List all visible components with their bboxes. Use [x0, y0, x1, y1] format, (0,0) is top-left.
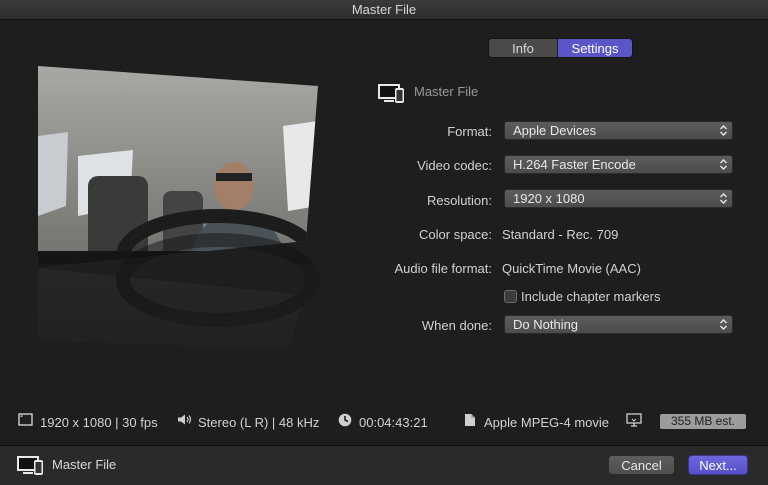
document-icon — [465, 414, 475, 426]
video-codec-value: H.264 Faster Encode — [513, 157, 636, 172]
computer-and-phone-icon — [378, 82, 406, 109]
speaker-icon — [178, 414, 192, 425]
video-thumbnail-image — [38, 66, 320, 391]
resolution-value: 1920 x 1080 — [513, 191, 585, 206]
settings-panel: Info Settings Master File Format: Apple … — [0, 20, 768, 445]
file-size-estimate-badge: 355 MB est. — [660, 414, 746, 429]
resolution-popup[interactable]: 1920 x 1080 — [504, 189, 733, 208]
audio-file-format-value: QuickTime Movie (AAC) — [502, 261, 641, 276]
cancel-button[interactable]: Cancel — [608, 455, 675, 475]
info-settings-segmented-control: Info Settings — [488, 38, 633, 58]
computer-and-phone-icon — [17, 454, 45, 481]
share-destination-title: Master File — [414, 84, 479, 99]
duration-value: 00:04:43:21 — [359, 415, 428, 430]
format-value: Apple Devices — [513, 123, 597, 138]
audio-channels-rate: Stereo (L R) | 48 kHz — [198, 415, 320, 430]
tab-settings[interactable]: Settings — [558, 39, 632, 57]
format-popup[interactable]: Apple Devices — [504, 121, 733, 140]
chevron-up-down-icon — [720, 193, 727, 204]
footer-destination-title: Master File — [52, 457, 117, 472]
when-done-label: When done: — [421, 318, 492, 333]
when-done-popup[interactable]: Do Nothing — [504, 315, 733, 334]
when-done-value: Do Nothing — [513, 317, 579, 332]
display-icon — [626, 413, 642, 427]
video-codec-label: Video codec: — [417, 158, 492, 173]
video-frame-icon — [18, 413, 33, 426]
footer-bar: Master File Cancel Next... — [0, 445, 768, 485]
output-summary-bar: 1920 x 1080 | 30 fps Stereo (L R) | 48 k… — [0, 407, 768, 437]
chevron-up-down-icon — [720, 125, 727, 136]
include-chapter-markers-label[interactable]: Include chapter markers — [521, 289, 660, 304]
color-space-value: Standard - Rec. 709 — [502, 227, 619, 242]
color-space-label: Color space: — [419, 227, 492, 242]
resolution-label: Resolution: — [426, 193, 492, 208]
clock-icon — [338, 413, 352, 427]
format-label: Format: — [447, 124, 492, 139]
video-preview-thumbnail — [38, 66, 320, 391]
tab-info[interactable]: Info — [489, 39, 559, 57]
window-title: Master File — [0, 0, 768, 20]
include-chapter-markers-checkbox[interactable] — [504, 290, 517, 303]
video-resolution-fps: 1920 x 1080 | 30 fps — [40, 415, 158, 430]
chevron-up-down-icon — [720, 159, 727, 170]
audio-file-format-label: Audio file format: — [394, 261, 492, 276]
file-type-value: Apple MPEG-4 movie — [484, 415, 609, 430]
next-button[interactable]: Next... — [688, 455, 748, 475]
chevron-up-down-icon — [720, 319, 727, 330]
video-codec-popup[interactable]: H.264 Faster Encode — [504, 155, 733, 174]
